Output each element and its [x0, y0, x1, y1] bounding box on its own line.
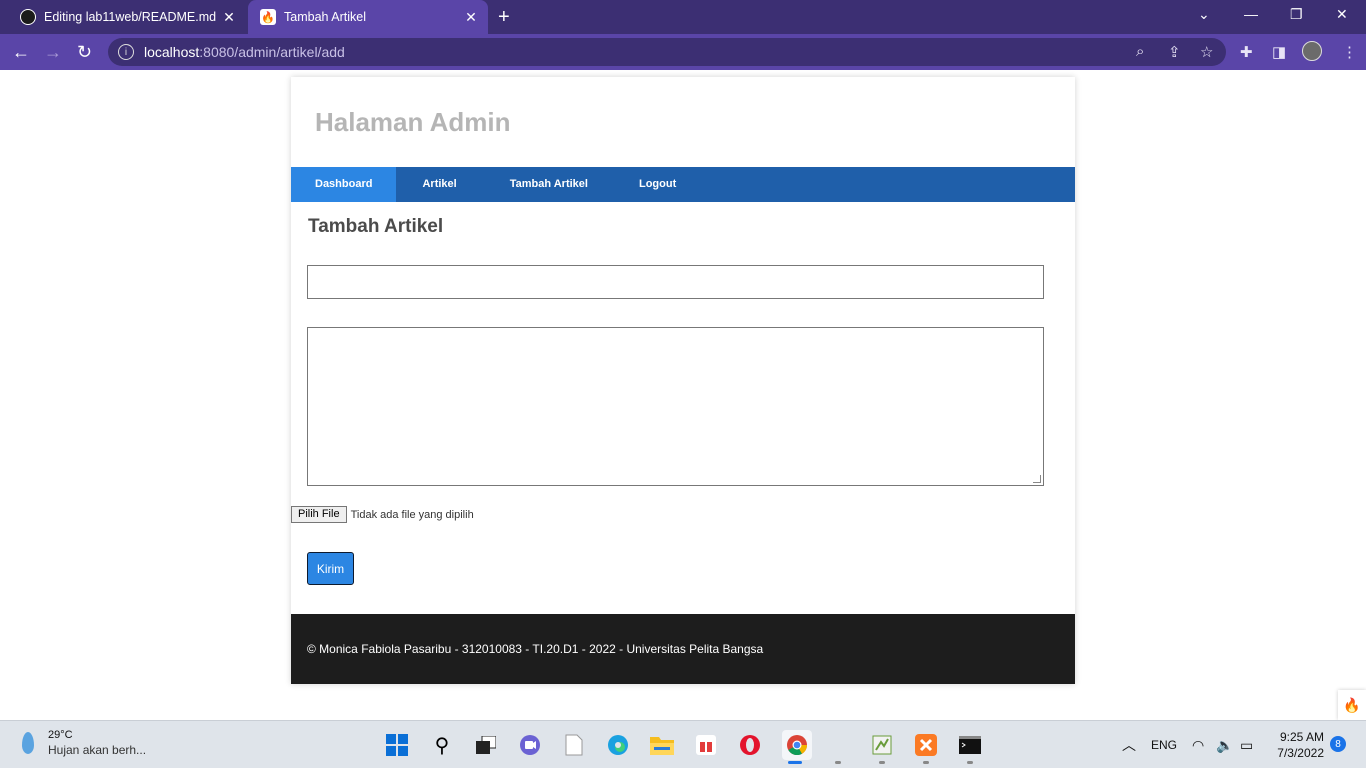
app-indicator	[923, 761, 929, 764]
file-explorer-icon[interactable]	[650, 733, 674, 757]
browser-toolbar: ← → ↻ i localhost:8080/admin/artikel/add…	[0, 34, 1366, 70]
close-tab-icon[interactable]: ✕	[462, 9, 480, 26]
notepad-plus-icon[interactable]	[870, 733, 894, 757]
nav-dashboard[interactable]: Dashboard	[291, 167, 397, 202]
start-icon[interactable]	[385, 733, 409, 757]
url-path: :8080/admin/artikel/add	[199, 44, 345, 60]
restore-icon[interactable]: ❐	[1290, 6, 1303, 23]
teams-chat-icon[interactable]	[518, 733, 542, 757]
main-nav: Dashboard Artikel Tambah Artikel Logout	[291, 167, 1075, 202]
browser-tab-tambah-artikel[interactable]: 🔥 Tambah Artikel ✕	[248, 0, 488, 34]
weather-temp: 29°C	[48, 729, 73, 741]
content-textarea[interactable]	[307, 327, 1044, 486]
opera-icon[interactable]	[738, 733, 762, 757]
share-icon[interactable]: ⇪	[1168, 43, 1181, 61]
file-status: Tidak ada file yang dipilih	[350, 508, 474, 521]
clock-date: 7/3/2022	[1277, 746, 1324, 760]
tab-search-icon[interactable]: ⌄	[1198, 6, 1210, 23]
close-tab-icon[interactable]: ✕	[220, 9, 238, 26]
resize-grip-icon[interactable]	[1033, 475, 1041, 483]
language-indicator[interactable]: ENG	[1151, 721, 1177, 768]
profile-avatar[interactable]	[1302, 41, 1322, 61]
page-footer: © Monica Fabiola Pasaribu - 312010083 - …	[291, 614, 1075, 684]
zoom-icon[interactable]: ⌕	[1136, 43, 1144, 60]
terminal-icon[interactable]	[958, 733, 982, 757]
url-host: localhost	[144, 44, 200, 60]
app-indicator	[967, 761, 973, 764]
choose-file-button[interactable]: Pilih File	[291, 506, 347, 523]
url-text: localhost:8080/admin/artikel/add	[144, 44, 345, 60]
chrome-icon[interactable]	[782, 730, 812, 760]
title-input[interactable]	[307, 265, 1044, 299]
clock[interactable]: 9:25 AM 7/3/2022	[1268, 729, 1324, 761]
page-header: Halaman Admin	[291, 77, 1075, 167]
site-info-icon[interactable]: i	[118, 44, 134, 60]
battery-icon[interactable]: ▭	[1240, 721, 1253, 768]
tab-title: Tambah Artikel	[284, 10, 366, 24]
bookmark-star-icon[interactable]: ☆	[1200, 43, 1213, 61]
forward-icon[interactable]: →	[44, 42, 62, 63]
debug-toolbar-icon[interactable]: 🔥	[1338, 690, 1366, 720]
notification-badge[interactable]: 8	[1330, 736, 1346, 752]
app-indicator	[835, 761, 841, 764]
file-upload: Pilih File Tidak ada file yang dipilih	[291, 506, 474, 523]
submit-button[interactable]: Kirim	[307, 552, 354, 585]
site-title: Halaman Admin	[315, 107, 511, 137]
nav-logout[interactable]: Logout	[614, 167, 702, 202]
taskbar: 29°C Hujan akan berh... ⚲ ︿ ENG ◠ 🔈 ▭ 9:…	[0, 720, 1366, 768]
task-view-icon[interactable]	[474, 733, 498, 757]
weather-desc: Hujan akan berh...	[48, 743, 147, 757]
volume-icon[interactable]: 🔈	[1216, 721, 1233, 768]
nav-artikel[interactable]: Artikel	[396, 167, 482, 202]
search-icon[interactable]: ⚲	[430, 733, 454, 757]
clock-time: 9:25 AM	[1279, 730, 1324, 744]
admin-page: Halaman Admin Dashboard Artikel Tambah A…	[291, 77, 1075, 684]
codeigniter-icon: 🔥	[260, 9, 276, 25]
tray-chevron-icon[interactable]: ︿	[1122, 721, 1136, 768]
browser-tab-strip: Editing lab11web/README.md at ✕ 🔥 Tambah…	[0, 0, 1366, 34]
browser-tab-github[interactable]: Editing lab11web/README.md at ✕	[8, 0, 246, 34]
active-app-indicator	[788, 761, 802, 764]
new-tab-button[interactable]: +	[498, 6, 510, 29]
address-bar[interactable]: i localhost:8080/admin/artikel/add	[108, 38, 1226, 66]
minimize-icon[interactable]: —	[1244, 6, 1258, 22]
reload-icon[interactable]: ↻	[77, 42, 92, 63]
wifi-icon[interactable]: ◠	[1192, 721, 1204, 768]
tab-title: Editing lab11web/README.md at	[44, 10, 220, 24]
back-icon[interactable]: ←	[12, 42, 30, 63]
rain-icon	[22, 732, 34, 754]
footer-text: © Monica Fabiola Pasaribu - 312010083 - …	[307, 642, 764, 656]
notepad-file-icon[interactable]	[562, 733, 586, 757]
weather-widget[interactable]: 29°C Hujan akan berh...	[22, 729, 146, 757]
menu-icon[interactable]: ⋮	[1342, 43, 1357, 61]
xampp-icon[interactable]	[914, 733, 938, 757]
app-indicator	[879, 761, 885, 764]
main-content: Tambah Artikel	[291, 202, 1075, 500]
page-heading: Tambah Artikel	[308, 216, 444, 237]
side-panel-icon[interactable]: ◨	[1272, 43, 1286, 61]
github-icon	[20, 9, 36, 25]
close-window-icon[interactable]: ✕	[1336, 6, 1348, 23]
edge-icon[interactable]	[606, 733, 630, 757]
extensions-icon[interactable]: ✚	[1240, 43, 1253, 61]
gift-icon[interactable]	[694, 733, 718, 757]
nav-tambah-artikel[interactable]: Tambah Artikel	[483, 167, 614, 202]
